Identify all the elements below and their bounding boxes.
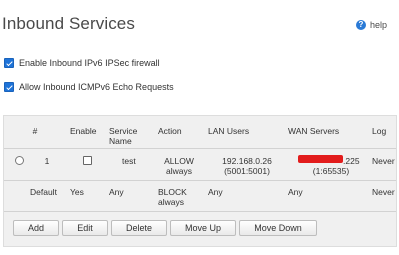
help-link[interactable]: ? help: [356, 20, 387, 30]
redacted-wan-address: [298, 155, 343, 163]
ipsec-firewall-checkbox[interactable]: [4, 58, 14, 68]
page-title: Inbound Services: [2, 14, 135, 33]
row-number: 1: [44, 156, 50, 166]
row-lan-address: 192.168.0.26: [222, 156, 272, 166]
ipsec-firewall-label: Enable Inbound IPv6 IPSec firewall: [19, 58, 160, 68]
icmpv6-echo-checkbox[interactable]: [4, 82, 14, 92]
row-enable-checkbox[interactable]: [83, 156, 92, 165]
move-up-button[interactable]: Move Up: [170, 220, 236, 236]
default-service: Any: [109, 187, 124, 197]
help-label: help: [370, 20, 388, 30]
header-log: Log: [372, 126, 387, 136]
delete-button[interactable]: Delete: [111, 220, 167, 236]
header-action: Action: [158, 126, 182, 136]
header-number: #: [32, 126, 38, 136]
row-select-radio[interactable]: [15, 156, 24, 165]
row-divider: [4, 180, 396, 181]
inbound-services-page: Inbound Services ? help Enable Inbound I…: [0, 0, 399, 255]
header-service-name-line2: Name: [109, 136, 132, 146]
header-wan-servers: WAN Servers: [288, 126, 340, 136]
default-label: Default: [30, 187, 57, 197]
row-wan-address-suffix: .225: [343, 156, 360, 166]
header-lan-users: LAN Users: [208, 126, 250, 136]
option-icmpv6-echo: Allow Inbound ICMPv6 Echo Requests: [4, 82, 174, 92]
default-action-line2: always: [158, 197, 184, 207]
move-down-button[interactable]: Move Down: [239, 220, 317, 236]
header-enable: Enable: [70, 126, 97, 136]
row-log: Never: [372, 156, 395, 166]
row-action-line2: always: [166, 166, 192, 176]
add-button[interactable]: Add: [13, 220, 59, 236]
default-wan: Any: [288, 187, 303, 197]
header-divider: [4, 148, 396, 149]
services-table-panel: # Enable Service Name Action LAN Users W…: [3, 115, 397, 247]
row-action-line1: ALLOW: [164, 156, 194, 166]
help-icon: ?: [356, 20, 366, 30]
default-log: Never: [372, 187, 395, 197]
row-lan-ports: (5001:5001): [224, 166, 270, 176]
row-service-name: test: [122, 156, 136, 166]
default-divider: [4, 211, 396, 212]
default-action-line1: BLOCK: [158, 187, 187, 197]
default-lan: Any: [208, 187, 223, 197]
header-service-name-line1: Service: [109, 126, 138, 136]
icmpv6-echo-label: Allow Inbound ICMPv6 Echo Requests: [19, 82, 174, 92]
row-wan-ports: (1:65535): [312, 166, 350, 176]
option-ipsec-firewall: Enable Inbound IPv6 IPSec firewall: [4, 58, 160, 68]
default-enable: Yes: [70, 187, 84, 197]
edit-button[interactable]: Edit: [62, 220, 108, 236]
